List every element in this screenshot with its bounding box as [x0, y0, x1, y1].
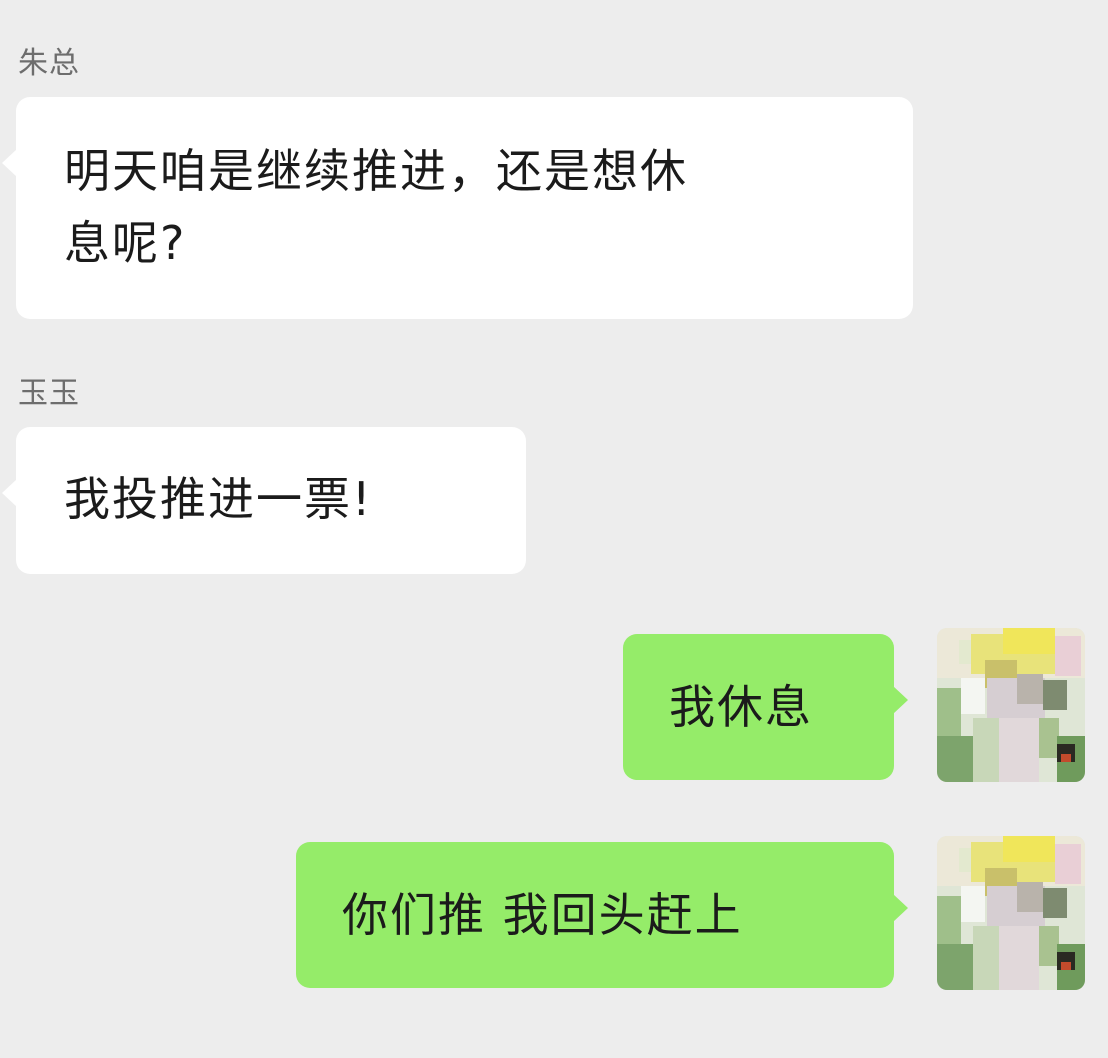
incoming-message-bubble[interactable]: 明天咱是继续推进，还是想休 息呢?: [2, 97, 913, 319]
pixelated-avatar-image: [937, 836, 1085, 990]
sender-name: 玉玉: [18, 376, 80, 411]
chat-message-area: 朱总 明天咱是继续推进，还是想休 息呢? 玉玉 我投推进一票! 我休息 你们推 …: [0, 0, 1108, 1058]
message-text: 你们推 我回头赶上: [342, 888, 743, 942]
message-text: 明天咱是继续推进，还是想休 息呢?: [64, 144, 688, 270]
avatar[interactable]: [937, 628, 1085, 782]
outgoing-message-bubble[interactable]: 我休息: [623, 634, 908, 780]
message-text: 我休息: [669, 680, 813, 734]
sender-name: 朱总: [18, 46, 80, 81]
pixelated-avatar-image: [937, 628, 1085, 782]
message-text: 我投推进一票!: [64, 472, 373, 526]
incoming-message-bubble[interactable]: 我投推进一票!: [2, 427, 526, 574]
outgoing-message-bubble[interactable]: 你们推 我回头赶上: [296, 842, 908, 988]
avatar[interactable]: [937, 836, 1085, 990]
